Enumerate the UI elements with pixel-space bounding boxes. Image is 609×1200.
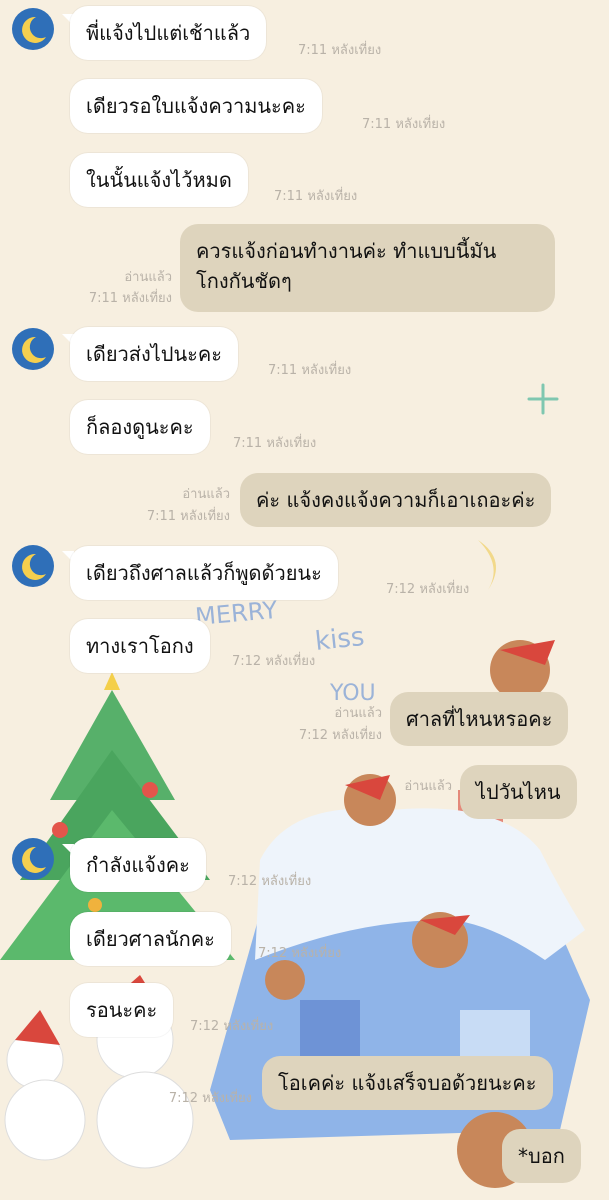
message-bubble-incoming[interactable]: เดียวถึงศาลแล้วก็พูดด้วยนะ <box>70 546 338 600</box>
message-time: 7:12 หลังเที่ยง <box>190 1019 274 1034</box>
message-text: ค่ะ แจ้งคงแจ้งความก็เอาเถอะค่ะ <box>256 488 536 512</box>
message-text: รอนะคะ <box>86 998 158 1022</box>
message-bubble-incoming[interactable]: เดียวศาลนักคะ <box>70 912 231 966</box>
message-time: 7:11 หลังเที่ยง <box>146 509 230 524</box>
message-bubble-outgoing[interactable]: โอเคค่ะ แจ้งเสร็จบอด้วยนะคะ <box>262 1056 553 1110</box>
message-text: เดียวถึงศาลแล้วก็พูดด้วยนะ <box>86 561 322 585</box>
message-time: 7:12 หลังเที่ยง <box>298 728 382 743</box>
message-text: ไปวันไหน <box>476 780 561 804</box>
scribble-you: YOU <box>329 681 376 706</box>
message-text: ทางเราโอกง <box>86 634 194 658</box>
message-text: ก็ลองดูนะคะ <box>86 415 194 439</box>
moon-icon <box>22 16 46 43</box>
message-bubble-incoming[interactable]: กำลังแจ้งคะ <box>70 838 206 892</box>
message-time: 7:12 หลังเที่ยง <box>386 582 470 597</box>
avatar[interactable] <box>12 328 54 370</box>
message-text: โอเคค่ะ แจ้งเสร็จบอด้วยนะคะ <box>278 1071 537 1095</box>
avatar[interactable] <box>12 545 54 587</box>
avatar[interactable] <box>12 838 54 880</box>
read-receipt: อ่านแล้ว <box>404 779 452 794</box>
moon-icon <box>22 846 46 873</box>
message-time: 7:11 หลังเที่ยง <box>268 363 352 378</box>
message-text: ศาลที่ไหนหรอคะ <box>406 707 553 731</box>
message-time: 7:12 หลังเที่ยง <box>168 1091 252 1106</box>
message-text: พี่แจ้งไปแต่เช้าแล้ว <box>86 21 251 45</box>
message-text: เดียวศาลนักคะ <box>86 927 215 951</box>
message-bubble-outgoing[interactable]: ควรแจ้งก่อนทำงานค่ะ ทำแบบนี้มัน โกงกันชั… <box>180 224 555 312</box>
message-bubble-outgoing[interactable]: ไปวันไหน <box>460 765 577 819</box>
message-bubble-incoming[interactable]: พี่แจ้งไปแต่เช้าแล้ว <box>70 6 267 60</box>
avatar[interactable] <box>12 8 54 50</box>
read-receipt: อ่านแล้ว <box>124 270 172 285</box>
message-bubble-incoming[interactable]: รอนะคะ <box>70 983 174 1037</box>
message-text: ในนั้นแจ้งไว้หมด <box>86 168 232 192</box>
message-time: 7:11 หลังเที่ยง <box>362 117 446 132</box>
moon-icon <box>22 553 46 580</box>
moon-icon <box>22 336 46 363</box>
scribble-kiss: kiss <box>314 622 366 657</box>
message-bubble-incoming[interactable]: เดียวส่งไปนะคะ <box>70 327 239 381</box>
read-receipt: อ่านแล้ว <box>182 487 230 502</box>
message-time: 7:12 หลังเที่ยง <box>232 654 316 669</box>
message-bubble-outgoing[interactable]: ศาลที่ไหนหรอคะ <box>390 692 569 746</box>
message-text-line: โกงกันชัดๆ <box>196 269 292 293</box>
message-bubble-incoming[interactable]: ก็ลองดูนะคะ <box>70 400 210 454</box>
message-bubble-incoming[interactable]: เดียวรอใบแจ้งความนะคะ <box>70 79 322 133</box>
message-text: เดียวรอใบแจ้งความนะคะ <box>86 94 306 118</box>
message-text: *บอก <box>518 1144 565 1168</box>
read-receipt: อ่านแล้ว <box>334 706 382 721</box>
message-time: 7:11 หลังเที่ยง <box>88 291 172 306</box>
message-bubble-outgoing[interactable]: *บอก <box>502 1129 581 1183</box>
message-bubble-incoming[interactable]: ในนั้นแจ้งไว้หมด <box>70 153 248 207</box>
message-time: 7:12 หลังเที่ยง <box>258 946 342 961</box>
message-text-line: ควรแจ้งก่อนทำงานค่ะ ทำแบบนี้มัน <box>196 239 497 263</box>
message-time: 7:11 หลังเที่ยง <box>274 189 358 204</box>
message-time: 7:12 หลังเที่ยง <box>228 874 312 889</box>
message-text: กำลังแจ้งคะ <box>86 853 190 877</box>
message-text: เดียวส่งไปนะคะ <box>86 342 223 366</box>
message-bubble-outgoing[interactable]: ค่ะ แจ้งคงแจ้งความก็เอาเถอะค่ะ <box>240 473 552 527</box>
message-time: 7:11 หลังเที่ยง <box>298 43 382 58</box>
message-time: 7:11 หลังเที่ยง <box>233 436 317 451</box>
message-bubble-incoming[interactable]: ทางเราโอกง <box>70 619 210 673</box>
